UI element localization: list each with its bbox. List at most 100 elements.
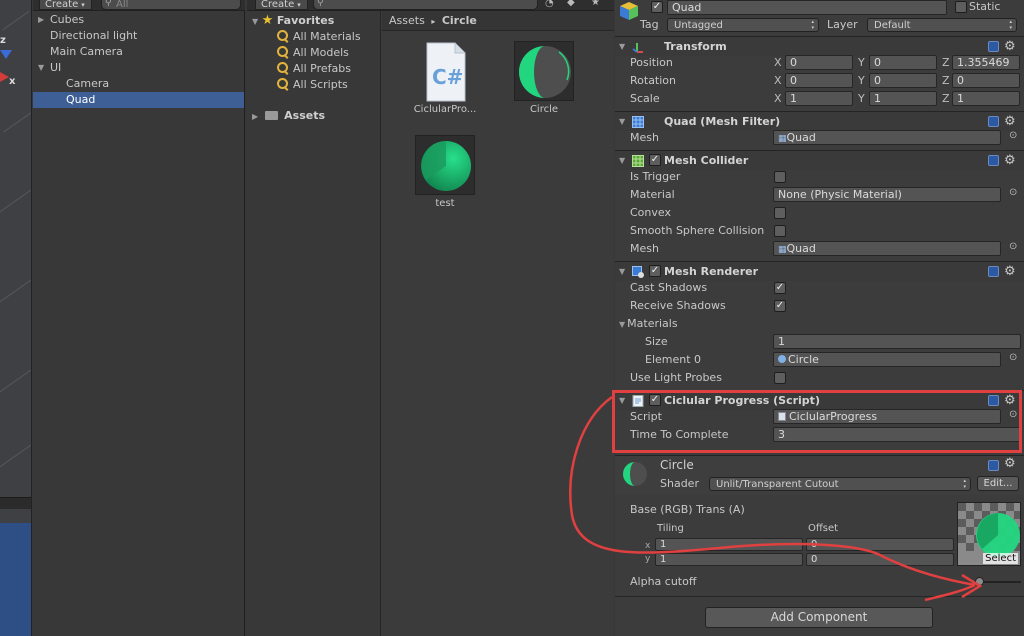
scene-view[interactable]: z x <box>0 0 32 636</box>
use-light-probes-checkbox[interactable] <box>774 372 786 384</box>
receive-shadows-checkbox[interactable]: ✓ <box>774 300 786 312</box>
texture-slot[interactable]: Select <box>957 502 1021 566</box>
smooth-sphere-collision-checkbox[interactable] <box>774 225 786 237</box>
csharp-script-icon: C# <box>415 41 475 102</box>
favorite-all-prefabs[interactable]: All Prefabs <box>277 61 351 77</box>
project-create-button[interactable]: Create <box>255 0 308 10</box>
materials-size-label: Size <box>645 335 668 348</box>
object-picker-icon[interactable]: ⊙ <box>1009 241 1017 252</box>
asset-test-texture[interactable]: test <box>409 135 481 209</box>
layer-dropdown[interactable]: Default <box>867 18 1017 32</box>
breadcrumb-circle[interactable]: Circle <box>442 14 477 27</box>
cast-shadows-checkbox[interactable]: ✓ <box>774 282 786 294</box>
material-preview-icon <box>514 41 574 101</box>
mesh-collider-enabled-checkbox[interactable]: ✓ <box>649 154 661 166</box>
mesh-renderer-header[interactable]: ▼ ✓ Mesh Renderer ⚙ <box>615 261 1024 281</box>
fold-right-icon[interactable]: ▶ <box>38 12 44 28</box>
hierarchy-item-camera[interactable]: Camera <box>33 76 244 92</box>
rotation-z-field[interactable]: 0 <box>952 73 1020 88</box>
tag-dropdown[interactable]: Untagged <box>667 18 819 32</box>
filter-by-label-icon[interactable]: ◆ <box>567 0 575 8</box>
object-picker-icon[interactable]: ⊙ <box>1009 352 1017 363</box>
asset-circle-material[interactable]: Circle <box>508 41 580 115</box>
gear-icon[interactable]: ⚙ <box>1004 456 1016 471</box>
transform-header[interactable]: ▼ Transform ⚙ <box>615 36 1024 56</box>
fold-down-icon[interactable]: ▼ <box>252 17 258 26</box>
gear-icon[interactable]: ⚙ <box>1004 151 1016 171</box>
offset-x-field[interactable]: 0 <box>806 538 954 551</box>
gear-icon[interactable]: ⚙ <box>1004 37 1016 57</box>
position-y-field[interactable]: 0 <box>869 55 937 70</box>
filter-by-type-icon[interactable]: ◔ <box>545 0 554 9</box>
fold-down-icon[interactable]: ▼ <box>619 37 625 57</box>
physic-material-field[interactable]: None (Physic Material) <box>773 187 1001 202</box>
position-z-field[interactable]: 1.355469 <box>952 55 1020 70</box>
hierarchy-create-button[interactable]: Create <box>39 0 92 10</box>
project-search-input[interactable]: ⚲ <box>313 0 538 10</box>
scale-z-field[interactable]: 1 <box>952 91 1020 106</box>
hierarchy-item-cubes[interactable]: ▶ Cubes <box>33 12 244 28</box>
gear-icon[interactable]: ⚙ <box>1004 262 1016 282</box>
hierarchy-toolbar: Create ⚲All <box>33 0 245 11</box>
mesh-filter-mesh-field[interactable]: ▦Quad <box>773 130 1001 145</box>
scene-gizmo-x-cone-icon[interactable] <box>0 72 9 82</box>
fold-down-icon[interactable]: ▼ <box>619 320 625 329</box>
tiling-x-field[interactable]: 1 <box>655 538 803 551</box>
shader-label: Shader <box>660 477 699 490</box>
fold-down-icon[interactable]: ▼ <box>619 151 625 171</box>
select-texture-button[interactable]: Select <box>983 553 1018 564</box>
alpha-cutoff-slider-thumb[interactable] <box>974 577 984 586</box>
hierarchy-search-input[interactable]: ⚲ All <box>101 0 241 10</box>
help-book-icon[interactable] <box>988 41 999 52</box>
scale-y-field[interactable]: 1 <box>869 91 937 106</box>
hierarchy-item-directional-light[interactable]: Directional light <box>33 28 244 44</box>
favorite-all-materials[interactable]: All Materials <box>277 29 361 45</box>
favorite-all-scripts[interactable]: All Scripts <box>277 77 348 93</box>
help-book-icon[interactable] <box>988 266 999 277</box>
object-picker-icon[interactable]: ⊙ <box>1009 187 1017 198</box>
gameobject-active-checkbox[interactable]: ✓ <box>651 1 663 13</box>
mesh-filter-header[interactable]: ▼ Quad (Mesh Filter) ⚙ <box>615 111 1024 131</box>
gameobject-name-field[interactable]: Quad <box>667 0 947 15</box>
help-book-icon[interactable] <box>988 155 999 166</box>
convex-checkbox[interactable] <box>774 207 786 219</box>
offset-y-field[interactable]: 0 <box>806 553 954 566</box>
mesh-collider-mesh-field[interactable]: ▦Quad <box>773 241 1001 256</box>
shader-dropdown[interactable]: Unlit/Transparent Cutout <box>709 477 971 491</box>
hierarchy-item-ui[interactable]: ▼ UI <box>33 60 244 76</box>
scene-gizmo-z-cone-icon[interactable] <box>0 50 12 59</box>
rotation-x-field[interactable]: 0 <box>785 73 853 88</box>
element0-material-field[interactable]: Circle <box>773 352 1001 367</box>
hierarchy-item-quad[interactable]: Quad <box>33 92 244 108</box>
game-view[interactable] <box>0 523 31 636</box>
help-book-icon[interactable] <box>988 460 999 471</box>
position-x-field[interactable]: 0 <box>785 55 853 70</box>
assets-folder[interactable]: ▶ Assets <box>252 108 325 124</box>
materials-size-field[interactable]: 1 <box>773 334 1021 349</box>
hierarchy-item-main-camera[interactable]: Main Camera <box>33 44 244 60</box>
favorite-all-models[interactable]: All Models <box>277 45 349 61</box>
favorite-star-icon[interactable]: ★ <box>591 0 600 8</box>
mesh-collider-header[interactable]: ▼ ✓ Mesh Collider ⚙ <box>615 150 1024 170</box>
help-book-icon[interactable] <box>988 116 999 127</box>
breadcrumb-assets[interactable]: Assets <box>389 14 425 27</box>
static-checkbox[interactable] <box>955 1 967 13</box>
add-component-button[interactable]: Add Component <box>705 607 933 628</box>
rotation-y-field[interactable]: 0 <box>869 73 937 88</box>
tiling-y-field[interactable]: 1 <box>655 553 803 566</box>
fold-down-icon[interactable]: ▼ <box>38 60 44 76</box>
scale-x-field[interactable]: 1 <box>785 91 853 106</box>
fold-down-icon[interactable]: ▼ <box>619 112 625 132</box>
is-trigger-checkbox[interactable] <box>774 171 786 183</box>
object-picker-icon[interactable]: ⊙ <box>1009 130 1017 141</box>
gear-icon[interactable]: ⚙ <box>1004 112 1016 132</box>
asset-ciclular-progress-script[interactable]: C# CiclularPro... <box>409 41 481 115</box>
materials-foldout[interactable]: ▼ Materials <box>619 315 678 332</box>
fold-down-icon[interactable]: ▼ <box>619 262 625 282</box>
mesh-renderer-enabled-checkbox[interactable]: ✓ <box>649 265 661 277</box>
favorites-folder[interactable]: ▼ ★ Favorites <box>252 13 334 29</box>
fold-right-icon[interactable]: ▶ <box>252 112 258 121</box>
edit-shader-button[interactable]: Edit... <box>977 476 1019 491</box>
material-preview-icon <box>623 462 647 486</box>
star-icon: ★ <box>261 13 274 28</box>
